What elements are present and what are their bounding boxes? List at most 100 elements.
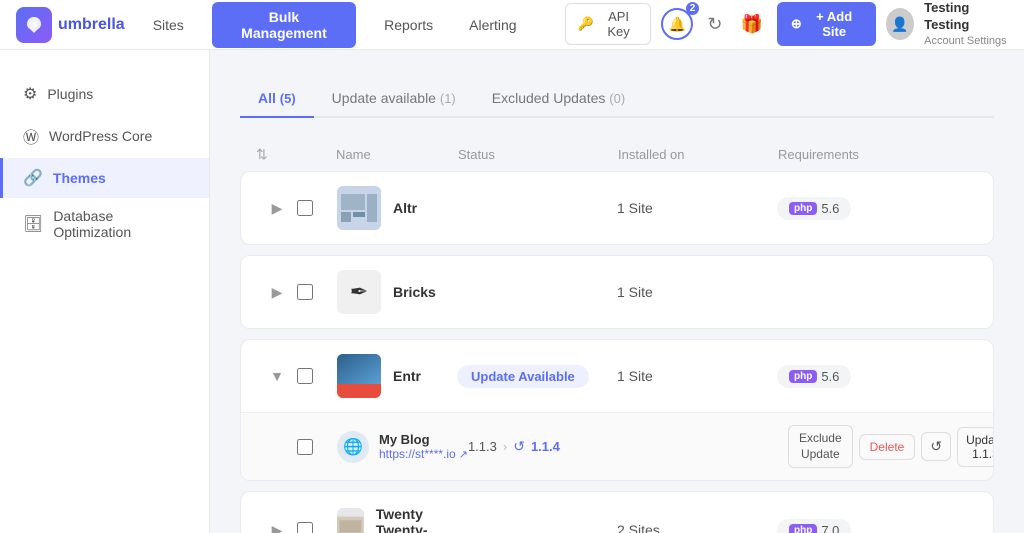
- nav-sites[interactable]: Sites: [145, 13, 192, 37]
- site-globe-icon: 🌐: [343, 437, 363, 457]
- user-account: Account Settings: [924, 34, 1008, 48]
- sidebar: ⚙ Plugins Ⓦ WordPress Core 🔗 Themes 🗄 Da…: [0, 50, 210, 533]
- site-name-block: My Blog https://st****.io ↗: [379, 432, 468, 461]
- expand-ttf-button[interactable]: ▶: [257, 518, 297, 533]
- sort-icon[interactable]: ⇅: [256, 146, 296, 163]
- col-name: Name: [336, 147, 458, 162]
- theme-row-twenty-twenty-four: ▶ Twenty Twenty-Four 2 Sites: [240, 491, 994, 533]
- requirements-ttf: php 7.0: [777, 519, 977, 533]
- col-installed: Installed on: [618, 147, 778, 162]
- theme-info-ttf: Twenty Twenty-Four: [337, 506, 457, 533]
- theme-row-main-altr: ▶ Altr 1 Site: [241, 172, 993, 244]
- top-navigation: umbrella Sites Bulk Management Reports A…: [0, 0, 1024, 50]
- external-link-icon: ↗: [459, 448, 468, 461]
- checkbox-entr[interactable]: [297, 368, 313, 384]
- theme-row-bricks: ▶ ✒ Bricks 1 Site: [240, 255, 994, 329]
- avatar[interactable]: 👤: [886, 8, 915, 40]
- php-version-altr: 5.6: [821, 201, 839, 216]
- logo-icon: [16, 7, 52, 43]
- installed-bricks: 1 Site: [617, 284, 777, 300]
- key-icon: 🔑: [578, 16, 594, 32]
- bricks-thumb-icon: ✒: [350, 279, 368, 305]
- checkbox-myblog[interactable]: [297, 439, 313, 455]
- theme-name-ttf: Twenty Twenty-Four: [376, 506, 457, 533]
- site-avatar: 🌐: [337, 431, 369, 463]
- theme-thumb-bricks: ✒: [337, 270, 381, 314]
- theme-row-main-ttf: ▶ Twenty Twenty-Four 2 Sites: [241, 492, 993, 533]
- version-arrow-icon: ›: [503, 439, 507, 454]
- col-requirements: Requirements: [778, 147, 978, 162]
- version-to: 1.1.4: [531, 439, 560, 454]
- theme-subrow-myblog: 🌐 My Blog https://st****.io ↗ 1.1.3 › ↺ …: [241, 412, 993, 480]
- plus-icon: ⊕: [791, 16, 802, 32]
- tab-all[interactable]: All (5): [240, 80, 314, 118]
- sidebar-item-database-label: Database Optimization: [53, 208, 189, 240]
- version-from: 1.1.3: [468, 439, 497, 454]
- installed-altr: 1 Site: [617, 200, 777, 216]
- sidebar-item-plugins[interactable]: ⚙ Plugins: [0, 74, 209, 114]
- notification-badge: 2: [686, 2, 700, 15]
- update-sync-icon: ↺: [513, 438, 525, 455]
- main-content: All (5) Update available (1) Excluded Up…: [210, 50, 1024, 533]
- theme-row-main-entr: ▼: [241, 340, 993, 412]
- user-name: Testing Testing: [924, 0, 1008, 34]
- installed-ttf: 2 Sites: [617, 522, 777, 533]
- sidebar-item-wordpress-core[interactable]: Ⓦ WordPress Core: [0, 114, 209, 158]
- theme-row-main-bricks: ▶ ✒ Bricks 1 Site: [241, 256, 993, 328]
- theme-name-bricks: Bricks: [393, 284, 436, 300]
- theme-name-entr: Entr: [393, 368, 421, 384]
- update-button[interactable]: Update1.1.3: [957, 427, 994, 467]
- gift-button[interactable]: 🎁: [736, 10, 766, 39]
- delete-button[interactable]: Delete: [859, 434, 916, 460]
- nav-reports[interactable]: Reports: [376, 13, 441, 37]
- exclude-update-button[interactable]: ExcludeUpdate: [788, 425, 853, 468]
- php-label-entr: php: [789, 370, 817, 383]
- installed-entr: 1 Site: [617, 368, 777, 384]
- table-header: ⇅ Name Status Installed on Requirements: [240, 138, 994, 171]
- theme-row-altr: ▶ Altr 1 Site: [240, 171, 994, 245]
- refresh-button[interactable]: ↻: [703, 10, 726, 39]
- nav-bulk-management[interactable]: Bulk Management: [212, 2, 356, 48]
- site-url-myblog[interactable]: https://st****.io: [379, 447, 456, 461]
- php-label-ttf: php: [789, 524, 817, 533]
- logo: umbrella: [16, 7, 125, 43]
- bell-icon: 🔔: [669, 16, 686, 33]
- tab-update-available[interactable]: Update available (1): [314, 80, 474, 118]
- theme-row-entr: ▼: [240, 339, 994, 481]
- update-label: Update1.1.3: [966, 433, 994, 461]
- add-site-button[interactable]: ⊕ + Add Site: [777, 2, 876, 46]
- requirements-entr: php 5.6: [777, 365, 977, 388]
- theme-info-entr: Entr: [337, 354, 457, 398]
- expand-entr-button[interactable]: ▼: [257, 364, 297, 388]
- sidebar-item-database-optimization[interactable]: 🗄 Database Optimization: [0, 198, 209, 250]
- expand-altr-button[interactable]: ▶: [257, 196, 297, 221]
- logo-text: umbrella: [58, 16, 125, 34]
- checkbox-altr[interactable]: [297, 200, 313, 216]
- theme-info-altr: Altr: [337, 186, 457, 230]
- layout: ⚙ Plugins Ⓦ WordPress Core 🔗 Themes 🗄 Da…: [0, 50, 1024, 533]
- api-key-button[interactable]: 🔑 API Key: [565, 3, 652, 45]
- plugins-icon: ⚙: [23, 84, 37, 104]
- nav-alerting[interactable]: Alerting: [461, 13, 524, 37]
- checkbox-ttf[interactable]: [297, 522, 313, 533]
- nav-actions: 🔑 API Key 🔔 2 ↻ 🎁 ⊕ + Add Site 👤 Testing…: [565, 0, 1008, 48]
- notification-wrapper: 🔔 2: [661, 8, 693, 40]
- user-info: Testing Testing Account Settings: [924, 0, 1008, 48]
- subrow-actions: ExcludeUpdate Delete ↺ Update1.1.3 › 1.1…: [788, 425, 988, 468]
- sidebar-item-themes[interactable]: 🔗 Themes: [0, 158, 209, 198]
- php-version-entr: 5.6: [821, 369, 839, 384]
- theme-thumb-altr: [337, 186, 381, 230]
- php-label-altr: php: [789, 202, 817, 215]
- subrow-site-info: 🌐 My Blog https://st****.io ↗: [337, 431, 468, 463]
- tab-excluded-updates[interactable]: Excluded Updates (0): [474, 80, 643, 118]
- sidebar-item-plugins-label: Plugins: [47, 86, 93, 102]
- themes-icon: 🔗: [23, 168, 43, 188]
- theme-thumb-entr: [337, 354, 381, 398]
- update-available-badge: Update Available: [457, 365, 589, 388]
- theme-info-bricks: ✒ Bricks: [337, 270, 457, 314]
- theme-thumb-ttf: [337, 508, 364, 533]
- refresh-version-button[interactable]: ↺: [921, 432, 951, 461]
- avatar-initials: 👤: [891, 16, 908, 33]
- expand-bricks-button[interactable]: ▶: [257, 280, 297, 305]
- checkbox-bricks[interactable]: [297, 284, 313, 300]
